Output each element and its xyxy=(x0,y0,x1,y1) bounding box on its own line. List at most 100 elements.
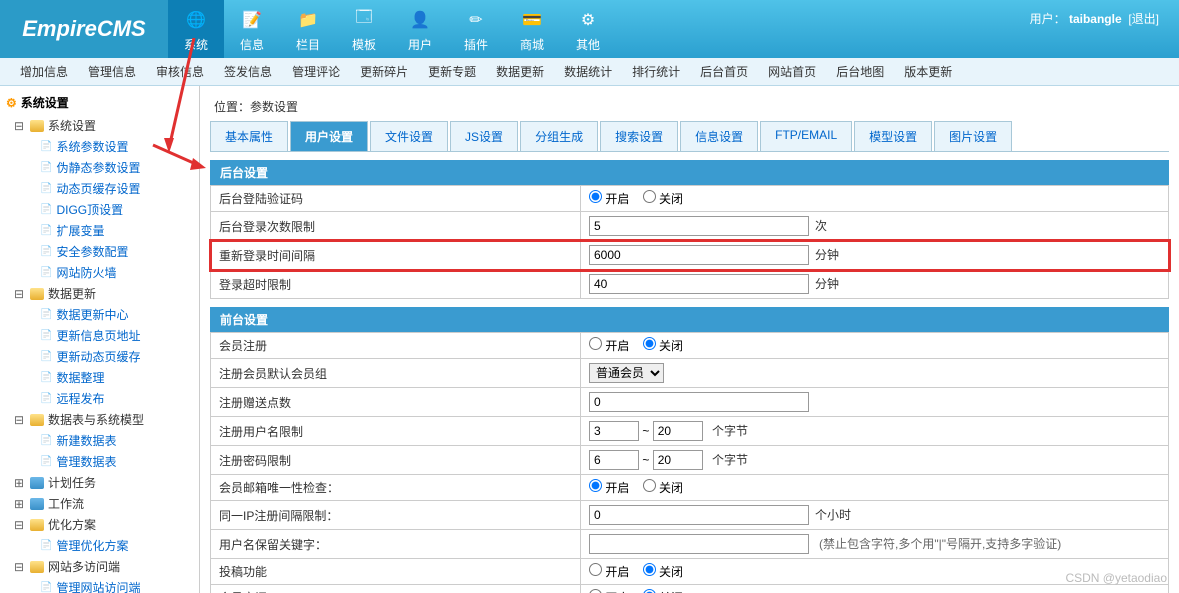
topnav-系统[interactable]: 🌐系统 xyxy=(168,0,224,58)
tree-item-管理优化方案[interactable]: 管理优化方案 xyxy=(0,535,199,556)
folder-icon xyxy=(30,288,44,300)
subnav-网站首页[interactable]: 网站首页 xyxy=(768,63,816,80)
row-ipinterval: 同一IP注册间隔限制： 个小时 xyxy=(211,501,1169,530)
subnav-管理信息[interactable]: 管理信息 xyxy=(88,63,136,80)
frontend-table: 会员注册 开启 关闭 注册会员默认会员组 普通会员 注册赠送点数 注册用户名限制… xyxy=(210,332,1169,593)
post-on[interactable]: 开启 xyxy=(589,565,629,579)
subnav-后台首页[interactable]: 后台首页 xyxy=(700,63,748,80)
tree-item-新建数据表[interactable]: 新建数据表 xyxy=(0,430,199,451)
tree-group-数据更新[interactable]: ⊟数据更新 xyxy=(0,283,199,304)
tree-group-工作流[interactable]: ⊞工作流 xyxy=(0,493,199,514)
timeout-input[interactable] xyxy=(589,274,809,294)
subnav-审核信息[interactable]: 审核信息 xyxy=(156,63,204,80)
subnav-管理评论[interactable]: 管理评论 xyxy=(292,63,340,80)
topnav-icon: ⚙ xyxy=(574,6,602,34)
subnav-更新碎片[interactable]: 更新碎片 xyxy=(360,63,408,80)
main: 系统设置 ⊟系统设置系统参数设置伪静态参数设置动态页缓存设置DIGG顶设置扩展变… xyxy=(0,86,1179,593)
tab-FTP/EMAIL[interactable]: FTP/EMAIL xyxy=(760,121,852,151)
reg-off[interactable]: 关闭 xyxy=(643,339,683,353)
loginlimit-input[interactable] xyxy=(589,216,809,236)
row-userlen: 注册用户名限制 ~ 个字节 xyxy=(211,417,1169,446)
subnav-增加信息[interactable]: 增加信息 xyxy=(20,63,68,80)
tab-JS设置[interactable]: JS设置 xyxy=(450,121,518,151)
pwdlen-min[interactable] xyxy=(589,450,639,470)
tree-item-伪静态参数设置[interactable]: 伪静态参数设置 xyxy=(0,157,199,178)
tree-item-安全参数配置[interactable]: 安全参数配置 xyxy=(0,241,199,262)
topnav: 🌐系统📝信息📁栏目🗔模板👤用户✏插件💳商城⚙其他 xyxy=(168,0,616,58)
row-gift: 注册赠送点数 xyxy=(211,388,1169,417)
subnav-数据更新[interactable]: 数据更新 xyxy=(496,63,544,80)
row-pwdlen: 注册密码限制 ~ 个字节 xyxy=(211,446,1169,475)
tree-item-网站防火墙[interactable]: 网站防火墙 xyxy=(0,262,199,283)
logout-link[interactable]: [退出] xyxy=(1128,12,1159,26)
topnav-插件[interactable]: ✏插件 xyxy=(448,0,504,58)
topnav-模板[interactable]: 🗔模板 xyxy=(336,0,392,58)
topbar: EmpireCMS 🌐系统📝信息📁栏目🗔模板👤用户✏插件💳商城⚙其他 用户： t… xyxy=(0,0,1179,58)
tree-group-优化方案[interactable]: ⊟优化方案 xyxy=(0,514,199,535)
user-box: 用户： taibangle [退出] xyxy=(1030,10,1159,27)
tree-item-系统参数设置[interactable]: 系统参数设置 xyxy=(0,136,199,157)
tree-item-管理网站访问端[interactable]: 管理网站访问端 xyxy=(0,577,199,593)
tree-item-数据整理[interactable]: 数据整理 xyxy=(0,367,199,388)
topnav-icon: 📁 xyxy=(294,6,322,34)
row-reserved: 用户名保留关键字： (禁止包含字符,多个用"|"号隔开,支持多字验证) xyxy=(211,530,1169,559)
tab-分组生成[interactable]: 分组生成 xyxy=(520,121,598,151)
tree-group-计划任务[interactable]: ⊞计划任务 xyxy=(0,472,199,493)
tree-item-数据更新中心[interactable]: 数据更新中心 xyxy=(0,304,199,325)
topnav-栏目[interactable]: 📁栏目 xyxy=(280,0,336,58)
tree-item-更新信息页地址[interactable]: 更新信息页地址 xyxy=(0,325,199,346)
gift-input[interactable] xyxy=(589,392,809,412)
subnav-更新专题[interactable]: 更新专题 xyxy=(428,63,476,80)
tree-group-网站多访问端[interactable]: ⊟网站多访问端 xyxy=(0,556,199,577)
tree-item-DIGG顶设置[interactable]: DIGG顶设置 xyxy=(0,199,199,220)
tab-基本属性[interactable]: 基本属性 xyxy=(210,121,288,151)
captcha-off[interactable]: 关闭 xyxy=(643,192,683,206)
subnav-数据统计[interactable]: 数据统计 xyxy=(564,63,612,80)
backend-table: 后台登陆验证码 开启 关闭 后台登录次数限制 次 重新登录时间间隔 分钟 登录超… xyxy=(210,185,1169,299)
userlen-max[interactable] xyxy=(653,421,703,441)
subnav-版本更新[interactable]: 版本更新 xyxy=(904,63,952,80)
group-select[interactable]: 普通会员 xyxy=(589,363,664,383)
tab-信息设置[interactable]: 信息设置 xyxy=(680,121,758,151)
row-group: 注册会员默认会员组 普通会员 xyxy=(211,359,1169,388)
topnav-icon: 💳 xyxy=(518,6,546,34)
topnav-用户[interactable]: 👤用户 xyxy=(392,0,448,58)
reg-on[interactable]: 开启 xyxy=(589,339,629,353)
content: 位置：参数设置 基本属性用户设置文件设置JS设置分组生成搜索设置信息设置FTP/… xyxy=(200,86,1179,593)
timeout-label: 登录超时限制 xyxy=(211,270,581,299)
tree-item-管理数据表[interactable]: 管理数据表 xyxy=(0,451,199,472)
tree-item-扩展变量[interactable]: 扩展变量 xyxy=(0,220,199,241)
reinterval-label: 重新登录时间间隔 xyxy=(211,241,581,270)
subnav-签发信息[interactable]: 签发信息 xyxy=(224,63,272,80)
subnav-后台地图[interactable]: 后台地图 xyxy=(836,63,884,80)
subnav-排行统计[interactable]: 排行统计 xyxy=(632,63,680,80)
toggle-icon: ⊟ xyxy=(12,287,26,301)
userlen-min[interactable] xyxy=(589,421,639,441)
tree-group-系统设置[interactable]: ⊟系统设置 xyxy=(0,115,199,136)
tree-item-远程发布[interactable]: 远程发布 xyxy=(0,388,199,409)
tab-文件设置[interactable]: 文件设置 xyxy=(370,121,448,151)
ipinterval-input[interactable] xyxy=(589,505,809,525)
tab-搜索设置[interactable]: 搜索设置 xyxy=(600,121,678,151)
topnav-信息[interactable]: 📝信息 xyxy=(224,0,280,58)
folder-icon xyxy=(30,519,44,531)
reserved-input[interactable] xyxy=(589,534,809,554)
reinterval-input[interactable] xyxy=(589,245,809,265)
captcha-on[interactable]: 开启 xyxy=(589,192,629,206)
pwdlen-max[interactable] xyxy=(653,450,703,470)
tree-item-动态页缓存设置[interactable]: 动态页缓存设置 xyxy=(0,178,199,199)
tab-图片设置[interactable]: 图片设置 xyxy=(934,121,1012,151)
tabs: 基本属性用户设置文件设置JS设置分组生成搜索设置信息设置FTP/EMAIL模型设… xyxy=(210,121,1169,152)
toggle-icon: ⊟ xyxy=(12,560,26,574)
emailunique-off[interactable]: 关闭 xyxy=(643,481,683,495)
tree-item-更新动态页缓存[interactable]: 更新动态页缓存 xyxy=(0,346,199,367)
topnav-其他[interactable]: ⚙其他 xyxy=(560,0,616,58)
post-off[interactable]: 关闭 xyxy=(643,565,683,579)
emailunique-on[interactable]: 开启 xyxy=(589,481,629,495)
tab-用户设置[interactable]: 用户设置 xyxy=(290,121,368,151)
user-label: 用户： xyxy=(1030,12,1066,26)
topnav-商城[interactable]: 💳商城 xyxy=(504,0,560,58)
tab-模型设置[interactable]: 模型设置 xyxy=(854,121,932,151)
tree-group-数据表与系统模型[interactable]: ⊟数据表与系统模型 xyxy=(0,409,199,430)
row-timeout: 登录超时限制 分钟 xyxy=(211,270,1169,299)
